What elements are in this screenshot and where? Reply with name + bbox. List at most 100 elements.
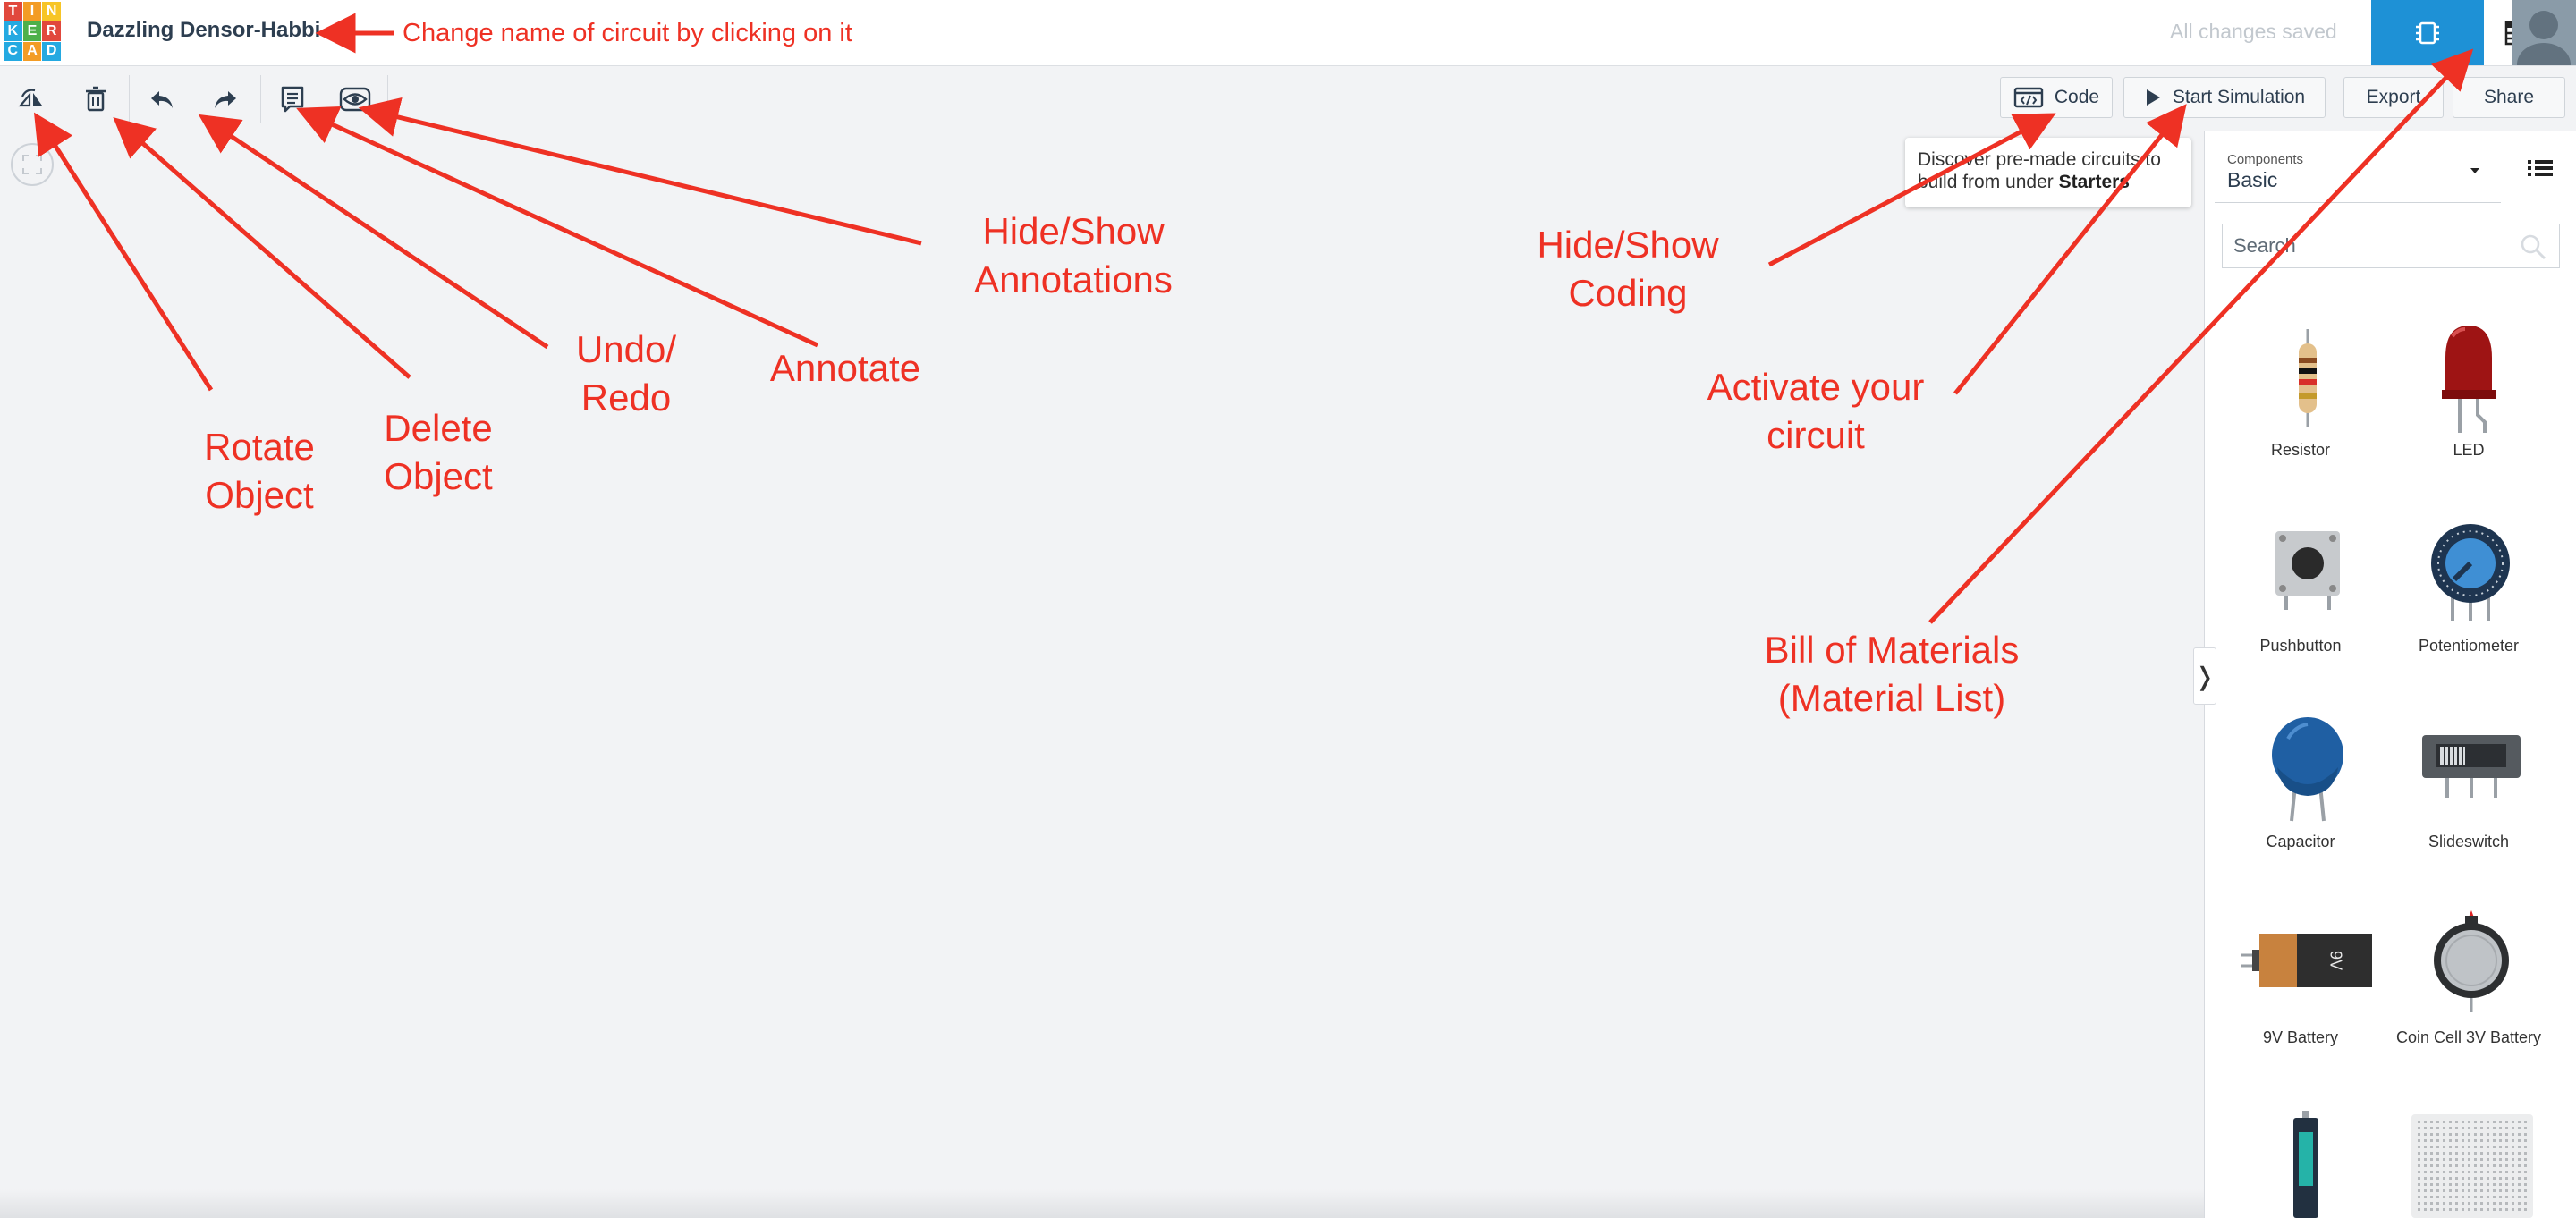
fit-view-button[interactable] [11,143,54,186]
annotation-line: Object [384,455,493,497]
annotation-rotate: Rotate Object [179,423,340,520]
fit-view-icon [22,155,42,174]
component-label: Coin Cell 3V Battery [2395,1028,2542,1046]
components-dropdown-label: Components [2227,152,2304,167]
annotation-line: (Material List) [1777,677,2006,719]
annotate-button[interactable] [275,82,309,116]
code-button[interactable]: Code [2000,77,2113,118]
code-button-label: Code [2054,87,2100,107]
component-label: 9V Battery [2262,1028,2339,1046]
annotation-arrow [33,112,214,392]
tinkercad-logo[interactable]: T I N K E R C A D [4,2,61,61]
annotation-delete: Delete Object [358,404,519,501]
search-icon[interactable] [2520,233,2546,260]
annotation-undo-redo: Undo/ Redo [546,326,707,422]
aa-battery-icon[interactable] [2290,1109,2322,1218]
annotation-line: Redo [580,376,672,419]
battery-marking: 9V [2326,951,2344,970]
component-label: Potentiometer [2418,637,2520,655]
tooltip-starters[interactable]: Starters [2059,172,2130,192]
starters-tooltip: Discover pre-made circuits to build from… [1905,138,2191,207]
toggle-annotations-button[interactable] [338,82,372,116]
logo-letter: D [42,41,61,61]
user-avatar-icon[interactable] [2512,0,2576,65]
export-button[interactable]: Export [2343,77,2444,118]
chevron-down-icon [2470,168,2479,173]
list-icon [2528,160,2553,176]
annotation-line: Rotate [204,426,315,468]
pushbutton-icon[interactable] [2272,528,2343,612]
component-label: Slideswitch [2428,833,2510,850]
component-label: Capacitor [2266,833,2335,850]
trash-icon [86,86,106,112]
toolbar-divider [260,75,261,123]
search-input[interactable] [2223,224,2509,267]
annotation-line: circuit [1767,414,1865,456]
annotation-arrow [113,117,411,379]
logo-letter: R [42,21,61,41]
components-dropdown-value: Basic [2227,168,2278,191]
delete-button[interactable] [79,82,113,116]
coin-cell-battery-icon[interactable] [2431,909,2512,1014]
share-button[interactable]: Share [2453,77,2565,118]
led-icon[interactable] [2435,322,2503,438]
slideswitch-icon[interactable] [2420,732,2522,799]
component-label: LED [2453,441,2485,459]
annotation-line: Annotations [974,258,1173,300]
canvas-bottom-shadow [0,1189,2204,1218]
annotation-line: Delete [384,407,493,449]
share-label: Share [2483,87,2535,107]
annotation-line: Activate your [1707,366,1925,408]
annotation-line: Hide/Show [1537,224,1719,266]
component-label: Resistor [2270,441,2330,459]
undo-icon [151,91,173,108]
undo-button[interactable] [145,82,179,116]
logo-letter: E [22,21,42,41]
chip-icon [2416,21,2439,44]
circuit-view-button[interactable] [2371,0,2484,65]
list-view-toggle[interactable] [2513,150,2567,186]
annotation-activate: Activate your circuit [1682,363,1950,460]
rotate-icon [18,89,42,107]
collapse-panel-button[interactable]: ❭ [2193,647,2216,705]
start-simulation-label: Start Simulation [2172,87,2306,107]
save-status: All changes saved [2170,20,2337,43]
code-icon [2013,87,2044,108]
export-label: Export [2366,87,2421,107]
start-simulation-button[interactable]: Start Simulation [2123,77,2326,118]
annotation-line: Hide/Show [982,210,1165,252]
logo-letter: A [22,41,42,61]
breadboard-icon[interactable] [2410,1112,2535,1218]
play-icon [2146,89,2160,106]
annotation-line: Coding [1568,272,1688,314]
redo-icon [215,91,236,108]
logo-letter: K [4,21,22,41]
annotation-line: Undo/ [575,328,677,370]
annotation-bom: Bill of Materials (Material List) [1726,626,2057,723]
toolbar-divider [2334,75,2335,123]
resistor-icon[interactable] [2288,329,2327,427]
rotate-button[interactable] [14,82,48,116]
annotation-annotate: Annotate [769,347,921,389]
logo-letter: T [4,2,22,21]
annotation-line: Object [205,474,314,516]
annotate-icon [281,86,304,113]
redo-button[interactable] [208,82,242,116]
annotation-arrow [198,114,549,350]
annotation-line: Bill of Materials [1764,629,2020,671]
annotation-hide-annotations: Hide/Show Annotations [948,207,1199,304]
circuit-name[interactable]: Dazzling Densor-Habbi [87,18,320,43]
component-label: Pushbutton [2259,637,2342,655]
capacitor-icon[interactable] [2268,715,2347,823]
logo-letter: N [42,2,61,21]
avatar [2517,11,2571,65]
components-panel [2204,131,2576,1218]
eye-icon [339,87,371,112]
battery-9v-icon[interactable]: 9V [2241,930,2374,991]
annotation-arrow [296,106,819,348]
logo-letter: C [4,41,22,61]
toolbar-divider [387,75,388,123]
logo-letter: I [22,2,42,21]
toolbar: Code Start Simulation Export Share [0,66,2576,131]
potentiometer-icon[interactable] [2428,522,2513,622]
